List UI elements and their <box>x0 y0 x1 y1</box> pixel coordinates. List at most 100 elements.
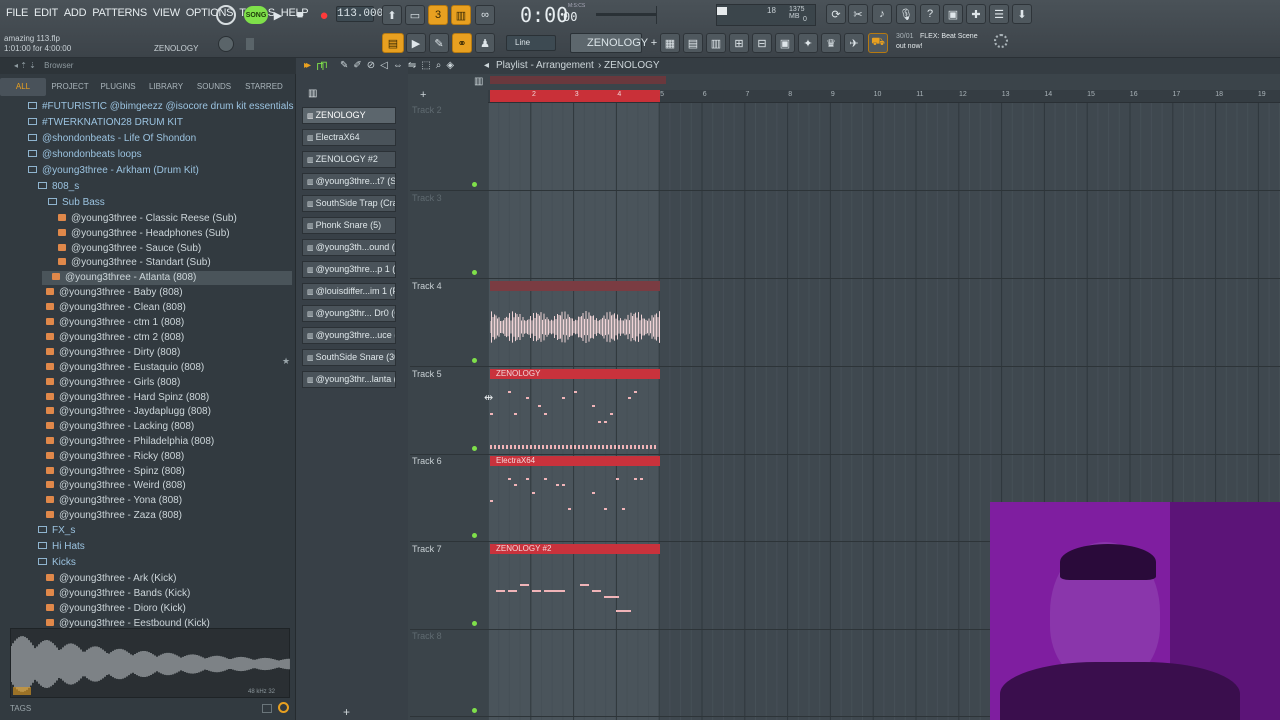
playlist-snap-icon[interactable]: ⊓ <box>316 60 325 73</box>
track-label[interactable]: Track 3 <box>412 193 442 203</box>
playlist-pattern-item[interactable]: ▥ SouthSide Trap (Crash (1) <box>302 195 396 212</box>
select-icon[interactable]: ⬚ <box>421 60 430 71</box>
link-icon[interactable]: ⚭ <box>452 33 472 53</box>
touch-keyboard-icon[interactable]: ✦ <box>798 33 818 53</box>
browser-file[interactable]: @young3three - Zaza (808) <box>46 509 182 523</box>
sample-preview-waveform[interactable]: 48 kHz 32 <box>10 628 290 698</box>
browser-file[interactable]: @young3three - Ark (Kick) <box>46 572 176 586</box>
browser-nav-icon[interactable]: ◂ ⇡ ⇣ <box>14 61 36 70</box>
browser-file[interactable]: @young3three - Clean (808) <box>46 301 186 315</box>
browser-file[interactable]: @young3three - Philadelphia (808) <box>46 435 214 449</box>
browser-file[interactable]: @young3three - Eustaquio (808) <box>46 361 204 375</box>
track-mute-led[interactable] <box>472 182 477 187</box>
browser-file[interactable]: @young3three - Spinz (808) <box>46 465 185 479</box>
browser-file[interactable]: @young3three - Dioro (Kick) <box>46 602 186 616</box>
track-mute-led[interactable] <box>472 358 477 363</box>
track-label[interactable]: Track 8 <box>412 631 442 641</box>
playlist-pattern-item[interactable]: ▥ ZENOLOGY #2 <box>302 151 396 168</box>
loop-record-icon[interactable]: ∞ <box>475 5 495 25</box>
search-icon[interactable] <box>278 702 289 713</box>
mute-icon[interactable]: ◁ <box>380 60 388 71</box>
pattern-selector[interactable]: ZENOLOGY <box>570 33 648 53</box>
cut-icon[interactable]: ✂ <box>848 4 868 24</box>
menu-file[interactable]: FILE <box>6 7 28 19</box>
metronome-icon[interactable]: ⬆ <box>382 5 402 25</box>
shop-icon[interactable]: ⛟ <box>868 33 888 53</box>
picker-icon[interactable]: ▥ <box>308 88 317 99</box>
main-pitch-slider[interactable] <box>246 38 254 50</box>
browser-folder[interactable]: #FUTURISTIC @bimgeezz @isocore drum kit … <box>28 100 293 114</box>
track-label[interactable]: Track 5 <box>412 369 442 379</box>
menu-view[interactable]: VIEW <box>153 7 180 19</box>
record-button[interactable]: ● <box>314 5 334 25</box>
playlist-pattern-item[interactable]: ▥ @young3thre...uce (Sub) <box>302 327 396 344</box>
playlist-pattern-item[interactable]: ▥ @young3thre...t7 (Snare) <box>302 173 396 190</box>
browser-tab-sounds[interactable]: SOUNDS <box>190 78 238 96</box>
menu-edit[interactable]: EDIT <box>34 7 58 19</box>
track-label[interactable]: Track 2 <box>412 105 442 115</box>
browser-folder[interactable]: #TWERKNATION28 DRUM KIT <box>28 116 183 130</box>
snap-selector[interactable]: Line <box>506 35 556 51</box>
song-scrollbar[interactable] <box>490 76 666 84</box>
browser-file[interactable]: @young3three - Bands (Kick) <box>46 587 190 601</box>
playlist-pattern-item[interactable]: ▥ @young3thr... Dr0 (OH) <box>302 305 396 322</box>
playlist-pattern-item[interactable]: ▥ @young3thre...p 1 (Perc) <box>302 261 396 278</box>
browser-tab-plugins[interactable]: PLUGINS <box>94 78 142 96</box>
browser-file[interactable]: @young3three - Atlanta (808) <box>42 271 292 285</box>
browser-folder[interactable]: 808_s <box>38 180 79 194</box>
browser-tab-library[interactable]: LIBRARY <box>142 78 190 96</box>
menu-add[interactable]: ADD <box>64 7 87 19</box>
playlist-options-icon[interactable]: ▸ <box>304 60 309 71</box>
browser-folder[interactable]: @young3three - Arkham (Drum Kit) <box>28 164 199 178</box>
browser-file[interactable]: @young3three - Jaydaplugg (808) <box>46 405 211 419</box>
playlist-pattern-item[interactable]: ▥ ElectraX64 <box>302 129 396 146</box>
pattern-clip[interactable]: ElectraX64 <box>490 456 660 542</box>
track-mute-led[interactable] <box>472 708 477 713</box>
channel-rack-icon[interactable]: ▤ <box>683 33 703 53</box>
browser-file[interactable]: @young3three - ctm 2 (808) <box>46 331 184 345</box>
browser-folder[interactable]: FX_s <box>38 524 75 538</box>
browser-file[interactable]: @young3three - ctm 1 (808) <box>46 316 184 330</box>
tag-filter-icon[interactable] <box>262 704 272 713</box>
delete-icon[interactable]: ⊘ <box>367 60 375 71</box>
song-mode-toggle[interactable]: SONG <box>244 6 268 24</box>
browser-file[interactable]: @young3three - Classic Reese (Sub) <box>58 212 237 226</box>
master-volume-slider[interactable] <box>596 13 656 16</box>
browser-window-icon[interactable]: ⊟ <box>752 33 772 53</box>
zoom-icon[interactable]: ⌕ <box>436 60 442 71</box>
browser-tab-project[interactable]: PROJECT <box>46 78 94 96</box>
draw-icon[interactable]: ✎ <box>340 60 348 71</box>
add-clip-icon[interactable]: + <box>343 705 350 719</box>
playlist-pattern-item[interactable]: ▥ Phonk Snare (5) <box>302 217 396 234</box>
menu-patterns[interactable]: PATTERNS <box>92 7 147 19</box>
slip-icon[interactable]: ⇔ <box>393 60 403 71</box>
mixer-icon[interactable]: ♪ <box>872 4 892 24</box>
countdown-icon[interactable]: 3 <box>428 5 448 25</box>
browser-file[interactable]: @young3three - Headphones (Sub) <box>58 227 230 241</box>
main-volume-knob[interactable] <box>218 36 234 52</box>
browser-folder[interactable]: @shondonbeats - Life Of Shondon <box>28 132 196 146</box>
pattern-mode-icon[interactable] <box>216 5 236 25</box>
video-icon[interactable]: ✈ <box>844 33 864 53</box>
clip-header[interactable]: ZENOLOGY #2 <box>490 544 660 554</box>
playlist-pattern-item[interactable]: ▥ SouthSide Snare (30) <box>302 349 396 366</box>
news-line2[interactable]: out now! <box>896 43 922 50</box>
download-icon[interactable]: ⬇ <box>1012 4 1032 24</box>
playback-icon[interactable]: ◈ <box>446 60 454 71</box>
playlist-pattern-item[interactable]: ▥ @young3thr...lanta (808) <box>302 371 396 388</box>
browser-folder[interactable]: @shondonbeats loops <box>28 148 142 162</box>
stop-button[interactable]: ■ <box>290 5 310 25</box>
browser-tab-all[interactable]: ALL <box>0 78 46 96</box>
browser-file[interactable]: @young3three - Ricky (808) <box>46 450 184 464</box>
settings-gear-icon[interactable] <box>994 34 1008 48</box>
wait-record-icon[interactable]: ▭ <box>405 5 425 25</box>
mic-window-icon[interactable]: ♛ <box>821 33 841 53</box>
track-mute-led[interactable] <box>472 533 477 538</box>
news-line1[interactable]: FLEX: Beat Scene <box>920 33 978 40</box>
track-label[interactable]: Track 6 <box>412 456 442 466</box>
paint-icon[interactable]: ✐ <box>353 60 361 71</box>
playlist-pattern-item[interactable]: ▥ ZENOLOGY <box>302 107 396 124</box>
clip-header[interactable]: ZENOLOGY <box>490 369 660 379</box>
save-icon[interactable]: ▣ <box>943 4 963 24</box>
favorite-star-icon[interactable]: ★ <box>282 356 290 367</box>
